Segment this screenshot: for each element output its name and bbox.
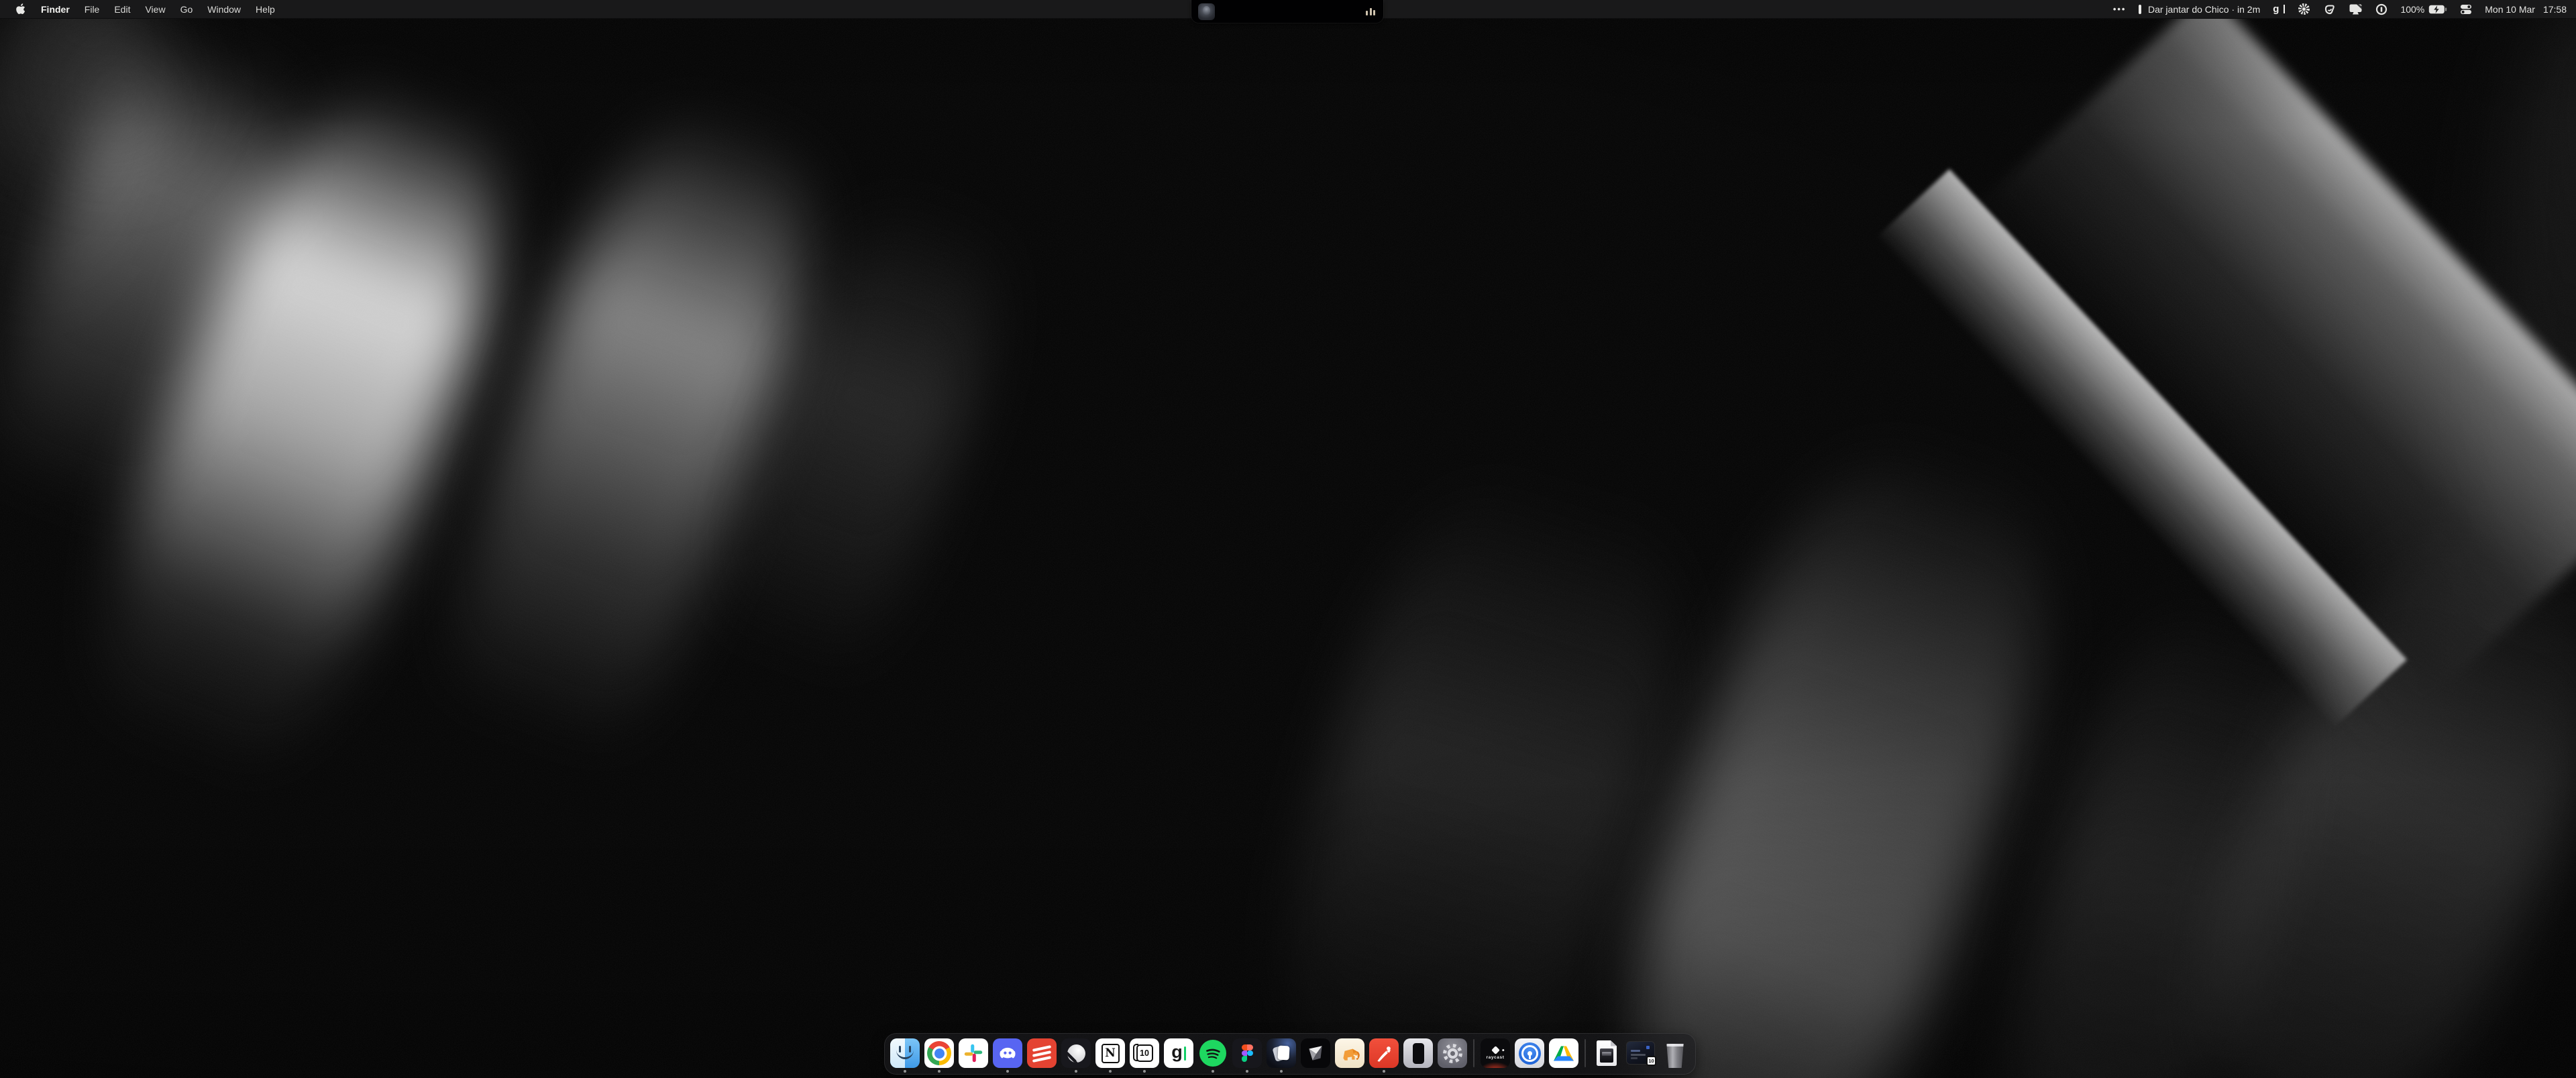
clock-time: 17:58 xyxy=(2543,4,2567,15)
battery-percent: 100% xyxy=(2400,4,2424,15)
grammarly-icon: g xyxy=(1164,1038,1193,1068)
audio-visualizer-icon xyxy=(1366,7,1375,15)
now-playing-artwork xyxy=(1198,3,1215,20)
dock-trash[interactable] xyxy=(1660,1038,1690,1073)
1password-icon xyxy=(1515,1038,1544,1068)
dock-divider xyxy=(1585,1039,1586,1067)
dock: N 10 g xyxy=(884,1033,1696,1075)
cube-3d-icon xyxy=(1301,1038,1330,1068)
running-indicator xyxy=(1143,1070,1146,1073)
reminder-bar-icon xyxy=(2139,5,2141,14)
dock-app-finder[interactable] xyxy=(890,1038,920,1073)
spotify-icon xyxy=(1198,1038,1228,1068)
dock-file-document[interactable] xyxy=(1592,1038,1621,1073)
running-indicator xyxy=(938,1070,941,1073)
discord-icon xyxy=(993,1038,1022,1068)
finder-icon xyxy=(890,1038,920,1068)
status-battery[interactable]: 100% xyxy=(2400,0,2447,18)
dock-minimized-window[interactable]: 10 xyxy=(1626,1038,1656,1073)
grammarly-icon: g xyxy=(2273,4,2279,14)
dock-app-overlapping-cards[interactable] xyxy=(1267,1038,1296,1073)
apple-logo-icon xyxy=(16,3,25,15)
menu-bar-clock[interactable]: Mon 10 Mar 17:58 xyxy=(2485,0,2567,18)
text-cursor-icon xyxy=(2284,5,2285,13)
todoist-icon xyxy=(1027,1038,1057,1068)
clock-date: Mon 10 Mar xyxy=(2485,4,2535,15)
menu-view[interactable]: View xyxy=(138,0,172,18)
dock-app-notion-calendar[interactable]: 10 xyxy=(1130,1038,1159,1073)
dock-app-ivory[interactable] xyxy=(1335,1038,1364,1073)
menu-help[interactable]: Help xyxy=(248,0,282,18)
sunburst-icon xyxy=(2298,3,2310,15)
notch-now-playing-widget[interactable] xyxy=(1191,0,1383,23)
running-indicator xyxy=(1280,1070,1283,1073)
reminder-text: Dar jantar do Chico · in 2m xyxy=(2148,4,2260,15)
dock-app-raycast[interactable]: raycast xyxy=(1481,1038,1510,1073)
status-display[interactable] xyxy=(2349,0,2363,18)
notion-calendar-badge-icon: 10 xyxy=(1646,1056,1656,1066)
notion-calendar-icon: 10 xyxy=(1130,1038,1159,1068)
running-indicator xyxy=(904,1070,906,1073)
status-grammarly[interactable]: g xyxy=(2273,0,2285,18)
menu-file[interactable]: File xyxy=(77,0,107,18)
overlapping-cards-icon xyxy=(1267,1038,1296,1068)
display-icon xyxy=(2349,3,2363,15)
status-1password[interactable] xyxy=(2375,0,2387,18)
chrome-icon xyxy=(924,1038,954,1068)
running-indicator xyxy=(1383,1070,1385,1073)
battery-charging-icon xyxy=(2428,5,2447,14)
dock-app-cube-3d[interactable] xyxy=(1301,1038,1330,1073)
minimized-window-thumbnail: 10 xyxy=(1626,1038,1656,1068)
status-sunburst[interactable] xyxy=(2298,0,2310,18)
mammoth-icon xyxy=(1335,1038,1364,1068)
running-indicator xyxy=(1246,1070,1248,1073)
dock-divider xyxy=(1473,1039,1474,1067)
linear-icon xyxy=(1061,1038,1091,1068)
control-center-icon xyxy=(2460,4,2472,15)
dock-app-grammarly[interactable]: g xyxy=(1164,1038,1193,1073)
desktop[interactable]: Finder File Edit View Go Window Help •••… xyxy=(0,0,2576,1078)
badge-swoosh-icon xyxy=(2323,3,2336,15)
flying-figure-icon xyxy=(1369,1038,1399,1068)
running-indicator xyxy=(1006,1070,1009,1073)
dock-app-slack[interactable] xyxy=(959,1038,988,1073)
dock-app-system-settings[interactable] xyxy=(1438,1038,1467,1073)
menu-go[interactable]: Go xyxy=(173,0,201,18)
dock-app-spotify[interactable] xyxy=(1198,1038,1228,1073)
wallpaper-vignette xyxy=(0,0,2576,1078)
keyhole-circle-icon xyxy=(2375,3,2387,15)
menu-finder[interactable]: Finder xyxy=(34,0,77,18)
raycast-icon: raycast xyxy=(1481,1038,1510,1068)
apple-menu[interactable] xyxy=(8,0,34,18)
dock-app-iphone-mirroring[interactable] xyxy=(1403,1038,1433,1073)
status-control-center[interactable] xyxy=(2460,0,2472,18)
running-indicator xyxy=(1109,1070,1112,1073)
running-indicator xyxy=(1212,1070,1214,1073)
menu-window[interactable]: Window xyxy=(200,0,248,18)
dock-app-linear[interactable] xyxy=(1061,1038,1091,1073)
dock-app-todoist[interactable] xyxy=(1027,1038,1057,1073)
trash-icon xyxy=(1660,1038,1690,1068)
slack-icon xyxy=(959,1038,988,1068)
dock-app-1password[interactable] xyxy=(1515,1038,1544,1073)
dock-app-notion[interactable]: N xyxy=(1095,1038,1125,1073)
iphone-icon xyxy=(1403,1038,1433,1068)
menu-edit[interactable]: Edit xyxy=(107,0,138,18)
gear-icon xyxy=(1438,1038,1467,1068)
status-overflow-button[interactable]: ••• xyxy=(2113,0,2127,18)
status-badge-swoosh[interactable] xyxy=(2323,0,2336,18)
figma-icon xyxy=(1232,1038,1262,1068)
dock-app-google-drive[interactable] xyxy=(1549,1038,1578,1073)
document-file-icon xyxy=(1592,1038,1621,1068)
google-drive-icon xyxy=(1549,1038,1578,1068)
dock-app-discord[interactable] xyxy=(993,1038,1022,1073)
dock-app-chrome[interactable] xyxy=(924,1038,954,1073)
notion-icon: N xyxy=(1095,1038,1125,1068)
running-indicator xyxy=(1075,1070,1077,1073)
dock-app-figma[interactable] xyxy=(1232,1038,1262,1073)
status-reminder[interactable]: Dar jantar do Chico · in 2m xyxy=(2139,0,2260,18)
dock-app-superhuman[interactable] xyxy=(1369,1038,1399,1073)
